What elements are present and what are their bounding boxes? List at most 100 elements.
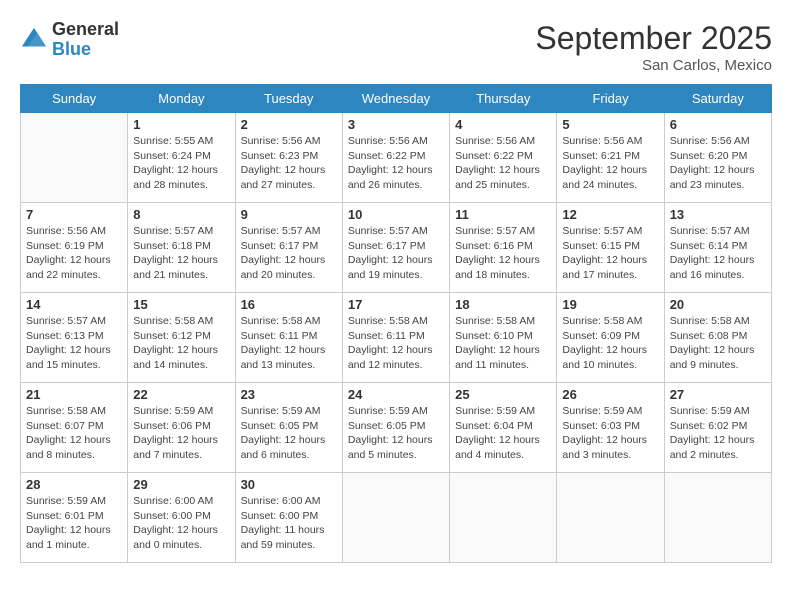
day-info: Sunrise: 5:57 AM Sunset: 6:17 PM Dayligh… <box>348 224 444 283</box>
logo-general-text: General <box>52 19 119 39</box>
calendar-cell: 1 Sunrise: 5:55 AM Sunset: 6:24 PM Daylig… <box>128 113 235 203</box>
calendar-cell: 14Sunrise: 5:57 AM Sunset: 6:13 PM Dayli… <box>21 293 128 383</box>
calendar-cell: 3 Sunrise: 5:56 AM Sunset: 6:22 PM Daylig… <box>342 113 449 203</box>
day-number: 10 <box>348 207 444 222</box>
day-number: 3 <box>348 117 444 132</box>
calendar-cell: 22 Sunrise: 5:59 AM Sunset: 6:06 PM Dayli… <box>128 383 235 473</box>
day-info: Sunrise: 5:57 AM Sunset: 6:18 PM Dayligh… <box>133 224 229 283</box>
calendar-cell: 4 Sunrise: 5:56 AM Sunset: 6:22 PM Daylig… <box>450 113 557 203</box>
day-number: 1 <box>133 117 229 132</box>
day-number: 7 <box>26 207 122 222</box>
weekday-header-wednesday: Wednesday <box>342 85 449 113</box>
calendar-cell: 10 Sunrise: 5:57 AM Sunset: 6:17 PM Dayli… <box>342 203 449 293</box>
calendar-cell: 20Sunrise: 5:58 AM Sunset: 6:08 PM Dayli… <box>664 293 771 383</box>
calendar-cell: 13 Sunrise: 5:57 AM Sunset: 6:14 PM Dayli… <box>664 203 771 293</box>
calendar-header: SundayMondayTuesdayWednesdayThursdayFrid… <box>21 85 772 113</box>
day-info: Sunrise: 5:57 AM Sunset: 6:16 PM Dayligh… <box>455 224 551 283</box>
calendar-cell: 11 Sunrise: 5:57 AM Sunset: 6:16 PM Dayli… <box>450 203 557 293</box>
month-title: September 2025 <box>535 20 772 57</box>
day-info: Sunrise: 5:58 AM Sunset: 6:11 PM Dayligh… <box>348 314 444 373</box>
day-number: 11 <box>455 207 551 222</box>
calendar-cell: 25 Sunrise: 5:59 AM Sunset: 6:04 PM Dayli… <box>450 383 557 473</box>
day-number: 25 <box>455 387 551 402</box>
day-info: Sunrise: 5:57 AM Sunset: 6:13 PM Dayligh… <box>26 314 122 373</box>
day-number: 4 <box>455 117 551 132</box>
logo-icon <box>20 26 48 54</box>
day-number: 26 <box>562 387 658 402</box>
day-info: Sunrise: 5:56 AM Sunset: 6:22 PM Dayligh… <box>348 134 444 193</box>
day-info: Sunrise: 5:57 AM Sunset: 6:14 PM Dayligh… <box>670 224 766 283</box>
calendar-cell: 24Sunrise: 5:59 AM Sunset: 6:05 PM Dayli… <box>342 383 449 473</box>
day-number: 5 <box>562 117 658 132</box>
calendar-cell <box>664 473 771 563</box>
calendar-table: SundayMondayTuesdayWednesdayThursdayFrid… <box>20 84 772 563</box>
day-info: Sunrise: 6:00 AM Sunset: 6:00 PM Dayligh… <box>133 494 229 553</box>
day-info: Sunrise: 5:59 AM Sunset: 6:05 PM Dayligh… <box>348 404 444 463</box>
weekday-header-saturday: Saturday <box>664 85 771 113</box>
day-number: 23 <box>241 387 337 402</box>
day-number: 9 <box>241 207 337 222</box>
day-info: Sunrise: 5:58 AM Sunset: 6:09 PM Dayligh… <box>562 314 658 373</box>
logo-blue-text: Blue <box>52 39 91 59</box>
calendar-body: 1 Sunrise: 5:55 AM Sunset: 6:24 PM Daylig… <box>21 113 772 563</box>
day-number: 12 <box>562 207 658 222</box>
week-row-2: 7 Sunrise: 5:56 AM Sunset: 6:19 PM Daylig… <box>21 203 772 293</box>
day-number: 6 <box>670 117 766 132</box>
day-info: Sunrise: 5:59 AM Sunset: 6:03 PM Dayligh… <box>562 404 658 463</box>
weekday-row: SundayMondayTuesdayWednesdayThursdayFrid… <box>21 85 772 113</box>
day-number: 22 <box>133 387 229 402</box>
calendar-cell: 30 Sunrise: 6:00 AM Sunset: 6:00 PM Dayli… <box>235 473 342 563</box>
day-info: Sunrise: 5:58 AM Sunset: 6:11 PM Dayligh… <box>241 314 337 373</box>
day-number: 28 <box>26 477 122 492</box>
weekday-header-monday: Monday <box>128 85 235 113</box>
day-number: 8 <box>133 207 229 222</box>
day-number: 27 <box>670 387 766 402</box>
weekday-header-tuesday: Tuesday <box>235 85 342 113</box>
day-number: 29 <box>133 477 229 492</box>
day-info: Sunrise: 6:00 AM Sunset: 6:00 PM Dayligh… <box>241 494 337 553</box>
day-info: Sunrise: 5:58 AM Sunset: 6:12 PM Dayligh… <box>133 314 229 373</box>
calendar-cell: 8 Sunrise: 5:57 AM Sunset: 6:18 PM Daylig… <box>128 203 235 293</box>
day-number: 21 <box>26 387 122 402</box>
calendar-cell: 7 Sunrise: 5:56 AM Sunset: 6:19 PM Daylig… <box>21 203 128 293</box>
day-number: 17 <box>348 297 444 312</box>
day-info: Sunrise: 5:57 AM Sunset: 6:17 PM Dayligh… <box>241 224 337 283</box>
day-info: Sunrise: 5:59 AM Sunset: 6:04 PM Dayligh… <box>455 404 551 463</box>
day-number: 15 <box>133 297 229 312</box>
calendar-cell: 16 Sunrise: 5:58 AM Sunset: 6:11 PM Dayli… <box>235 293 342 383</box>
day-info: Sunrise: 5:59 AM Sunset: 6:05 PM Dayligh… <box>241 404 337 463</box>
calendar-cell: 6 Sunrise: 5:56 AM Sunset: 6:20 PM Daylig… <box>664 113 771 203</box>
week-row-3: 14Sunrise: 5:57 AM Sunset: 6:13 PM Dayli… <box>21 293 772 383</box>
calendar-cell: 23 Sunrise: 5:59 AM Sunset: 6:05 PM Dayli… <box>235 383 342 473</box>
day-info: Sunrise: 5:56 AM Sunset: 6:19 PM Dayligh… <box>26 224 122 283</box>
week-row-4: 21Sunrise: 5:58 AM Sunset: 6:07 PM Dayli… <box>21 383 772 473</box>
day-info: Sunrise: 5:56 AM Sunset: 6:22 PM Dayligh… <box>455 134 551 193</box>
day-number: 16 <box>241 297 337 312</box>
title-block: September 2025 San Carlos, Mexico <box>535 20 772 74</box>
calendar-cell: 17 Sunrise: 5:58 AM Sunset: 6:11 PM Dayli… <box>342 293 449 383</box>
calendar-cell: 27 Sunrise: 5:59 AM Sunset: 6:02 PM Dayli… <box>664 383 771 473</box>
calendar-cell: 12 Sunrise: 5:57 AM Sunset: 6:15 PM Dayli… <box>557 203 664 293</box>
page-header: General Blue September 2025 San Carlos, … <box>20 20 772 74</box>
day-number: 20 <box>670 297 766 312</box>
weekday-header-friday: Friday <box>557 85 664 113</box>
calendar-cell: 2Sunrise: 5:56 AM Sunset: 6:23 PM Daylig… <box>235 113 342 203</box>
day-number: 18 <box>455 297 551 312</box>
day-info: Sunrise: 5:59 AM Sunset: 6:02 PM Dayligh… <box>670 404 766 463</box>
calendar-cell: 28Sunrise: 5:59 AM Sunset: 6:01 PM Dayli… <box>21 473 128 563</box>
calendar-cell: 18Sunrise: 5:58 AM Sunset: 6:10 PM Dayli… <box>450 293 557 383</box>
calendar-cell: 26 Sunrise: 5:59 AM Sunset: 6:03 PM Dayli… <box>557 383 664 473</box>
day-number: 30 <box>241 477 337 492</box>
day-info: Sunrise: 5:55 AM Sunset: 6:24 PM Dayligh… <box>133 134 229 193</box>
calendar-cell <box>342 473 449 563</box>
logo: General Blue <box>20 20 119 60</box>
day-info: Sunrise: 5:59 AM Sunset: 6:06 PM Dayligh… <box>133 404 229 463</box>
calendar-cell <box>557 473 664 563</box>
day-number: 19 <box>562 297 658 312</box>
day-info: Sunrise: 5:56 AM Sunset: 6:20 PM Dayligh… <box>670 134 766 193</box>
day-number: 13 <box>670 207 766 222</box>
location: San Carlos, Mexico <box>535 57 772 74</box>
day-info: Sunrise: 5:57 AM Sunset: 6:15 PM Dayligh… <box>562 224 658 283</box>
weekday-header-sunday: Sunday <box>21 85 128 113</box>
calendar-cell: 15 Sunrise: 5:58 AM Sunset: 6:12 PM Dayli… <box>128 293 235 383</box>
